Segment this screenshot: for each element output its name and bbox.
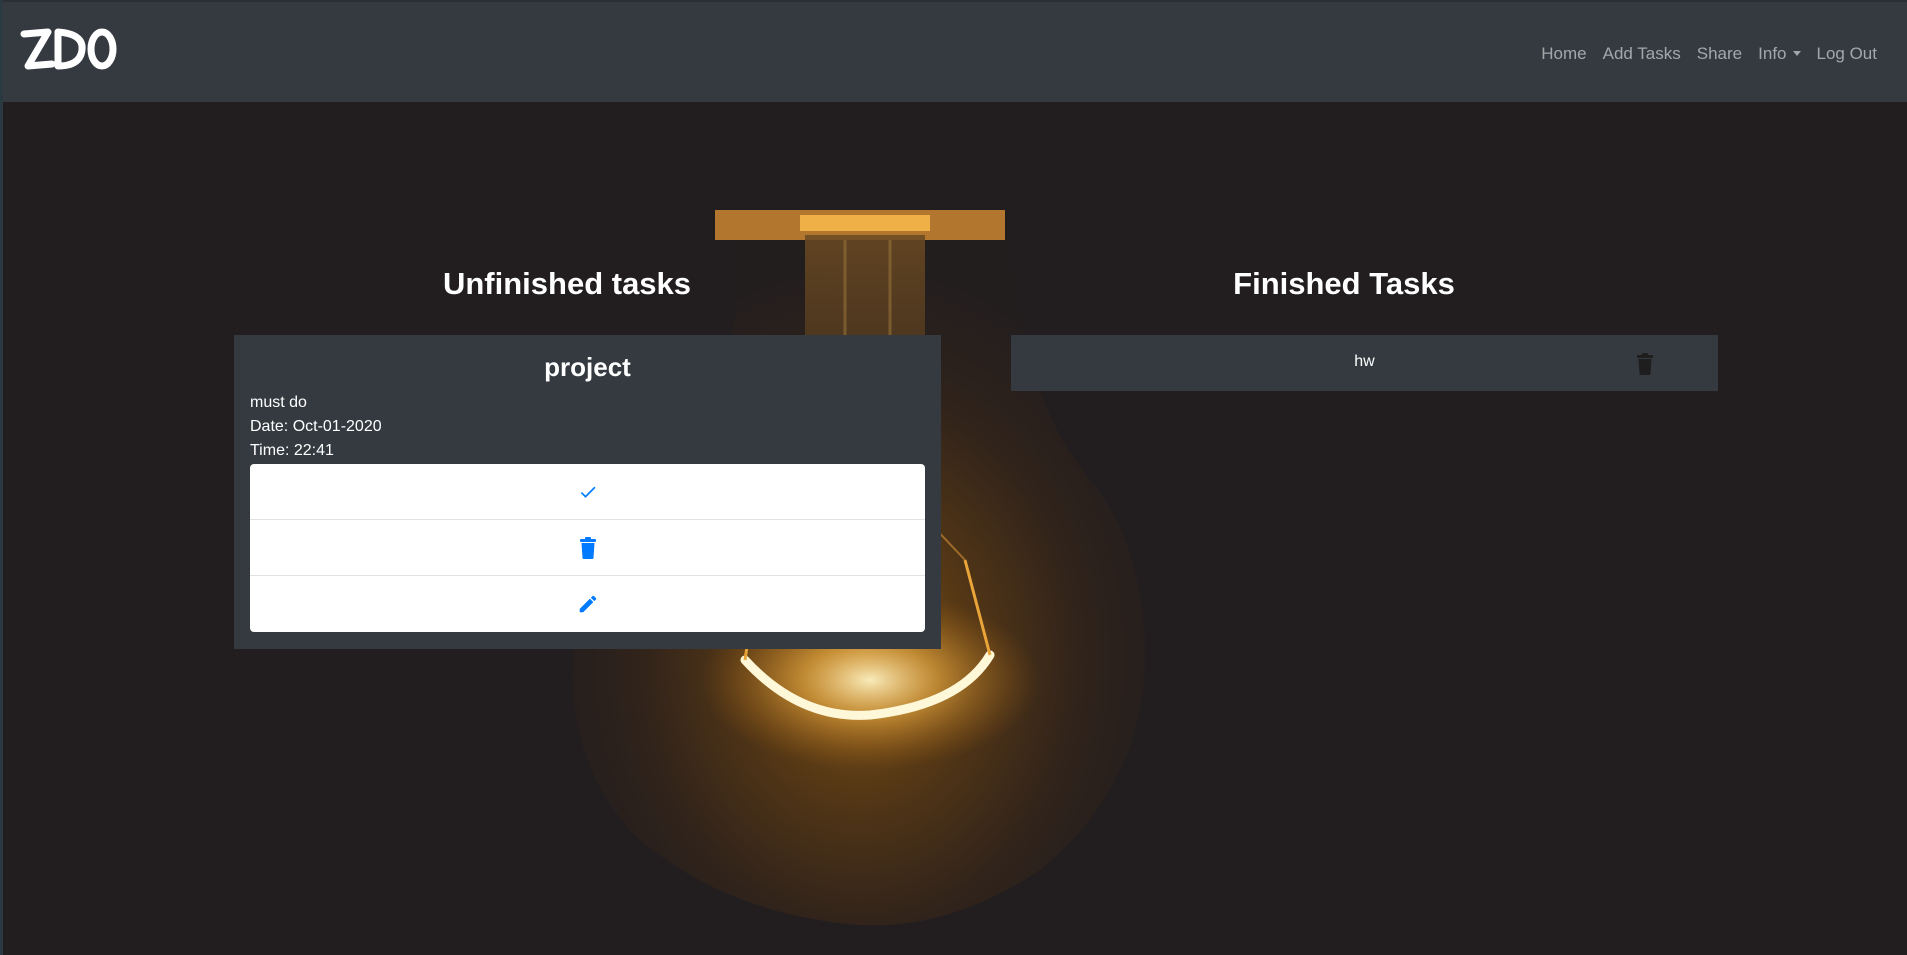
nav-info-label: Info <box>1758 44 1787 63</box>
nav-links: Home Add Tasks Share Info Log Out <box>1533 42 1885 66</box>
zdo-logo[interactable] <box>18 20 118 76</box>
nav-info-dropdown[interactable]: Info <box>1750 42 1808 66</box>
task-description: must do <box>250 394 307 411</box>
nav-share-link[interactable]: Share <box>1689 42 1750 66</box>
nav-home-link[interactable]: Home <box>1533 42 1594 66</box>
unfinished-tasks-heading: Unfinished tasks <box>442 266 692 301</box>
task-date: Date: Oct-01-2020 <box>250 418 382 435</box>
caret-down-icon <box>1792 51 1801 56</box>
finished-task-title: hw <box>1354 353 1375 370</box>
delete-task-button[interactable] <box>250 520 925 576</box>
unfinished-task-card: project must do Date: Oct-01-2020 Time: … <box>234 335 941 649</box>
finished-task-card: hw <box>1011 335 1718 391</box>
pencil-icon <box>579 595 596 613</box>
edit-task-button[interactable] <box>250 576 925 632</box>
task-title: project <box>544 352 631 382</box>
window-edge <box>0 0 3 955</box>
nav-add-tasks-link[interactable]: Add Tasks <box>1595 42 1689 66</box>
trash-icon <box>579 536 596 559</box>
finished-tasks-heading: Finished Tasks <box>1233 266 1455 301</box>
check-icon <box>580 486 595 498</box>
page: Home Add Tasks Share Info Log Out Unfini… <box>0 0 1907 955</box>
task-time: Time: 22:41 <box>250 442 334 459</box>
task-actions-list <box>250 464 925 632</box>
nav-log-out-link[interactable]: Log Out <box>1809 42 1886 66</box>
complete-task-button[interactable] <box>250 464 925 520</box>
delete-finished-task-trash-icon[interactable] <box>1635 353 1655 375</box>
navbar: Home Add Tasks Share Info Log Out <box>3 0 1907 102</box>
